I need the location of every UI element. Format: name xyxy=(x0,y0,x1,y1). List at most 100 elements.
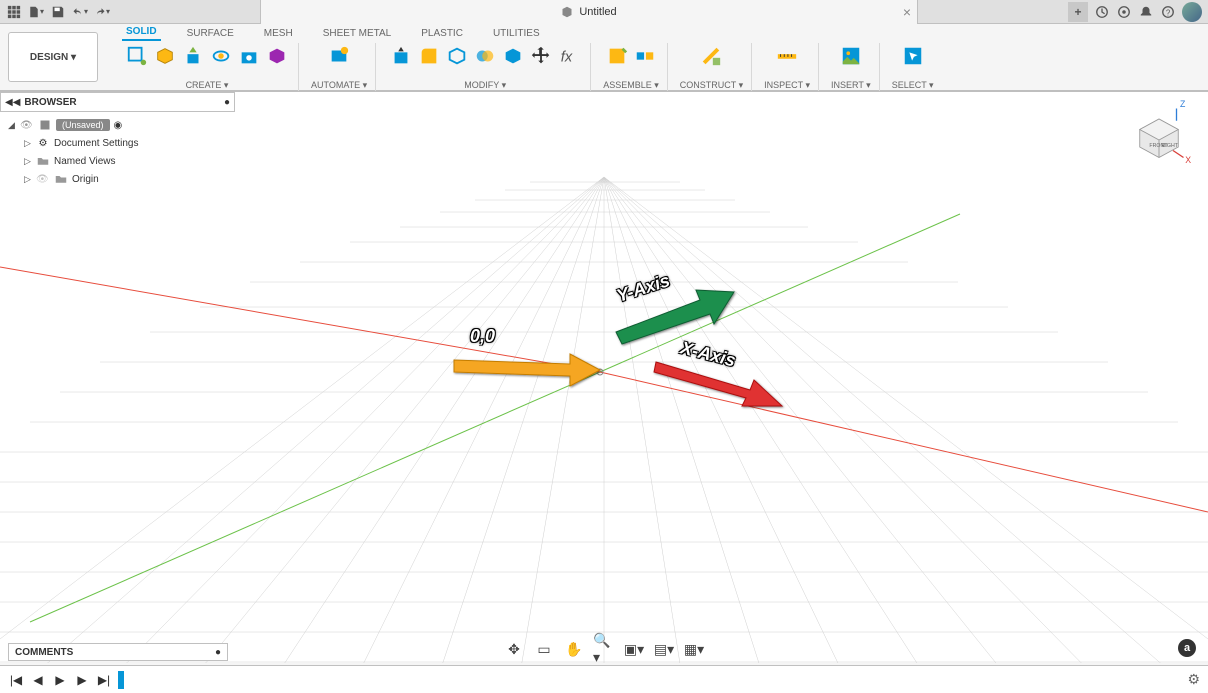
tab-surface[interactable]: SURFACE xyxy=(183,26,238,41)
tab-plastic[interactable]: PLASTIC xyxy=(417,26,467,41)
group-insert-label[interactable]: INSERT ▾ xyxy=(831,80,871,91)
brand-badge-icon: a xyxy=(1178,639,1196,657)
group-create: CREATE ▾ xyxy=(116,43,299,91)
title-bar: ▾ ▾ ▾ Untitled × + ? xyxy=(0,0,1208,24)
tree-item-docsettings[interactable]: ▷ ⚙ Document Settings xyxy=(0,134,235,152)
group-assemble-label[interactable]: ASSEMBLE ▾ xyxy=(603,80,659,91)
ribbon-toolbar: DESIGN ▾ SOLID SURFACE MESH SHEET METAL … xyxy=(0,24,1208,92)
workspace-button[interactable]: DESIGN ▾ xyxy=(8,32,98,82)
group-modify: fx MODIFY ▾ xyxy=(380,43,591,91)
tree-label: Named Views xyxy=(54,156,116,167)
app-menu-icon[interactable] xyxy=(6,4,22,20)
cube-icon xyxy=(561,6,573,18)
timeline-end-icon[interactable]: ▶| xyxy=(96,672,112,688)
insert-decal-icon[interactable] xyxy=(838,43,864,69)
construct-plane-icon[interactable] xyxy=(698,43,724,69)
radio-icon[interactable]: ◉ xyxy=(114,120,123,131)
new-tab-icon[interactable]: + xyxy=(1068,2,1088,22)
measure-icon[interactable] xyxy=(774,43,800,69)
pan-icon[interactable]: ✋ xyxy=(563,639,585,659)
browser-panel: ◀◀ BROWSER ● ◢ 👁 (Unsaved) ◉ ▷ ⚙ Documen… xyxy=(0,92,235,192)
joint-icon[interactable] xyxy=(632,43,658,69)
box-icon[interactable] xyxy=(152,43,178,69)
close-tab-icon[interactable]: × xyxy=(903,4,911,20)
timeline-start-icon[interactable]: |◀ xyxy=(8,672,24,688)
browser-pin-icon[interactable]: ● xyxy=(224,97,230,108)
timeline-prev-icon[interactable]: ◀ xyxy=(30,672,46,688)
zoom-icon[interactable]: 🔍▾ xyxy=(593,639,615,659)
lookat-icon[interactable]: ▭ xyxy=(533,639,555,659)
tree-label: Document Settings xyxy=(54,138,139,149)
file-new-icon[interactable]: ▾ xyxy=(28,4,44,20)
timeline-next-icon[interactable]: ▶ xyxy=(74,672,90,688)
job-status-icon[interactable] xyxy=(1116,4,1132,20)
group-create-label[interactable]: CREATE ▾ xyxy=(186,80,229,91)
shell-icon[interactable] xyxy=(444,43,470,69)
document-tab[interactable]: Untitled × xyxy=(260,0,918,24)
visibility-icon[interactable]: 👁 xyxy=(20,120,34,131)
automate-icon[interactable] xyxy=(326,43,352,69)
svg-text:fx: fx xyxy=(561,50,573,66)
root-name: (Unsaved) xyxy=(56,119,110,131)
timeline-marker[interactable] xyxy=(118,671,124,689)
fit-icon[interactable]: ▣▾ xyxy=(623,639,645,659)
timeline-bar: |◀ ◀ ▶ ▶ ▶| ⚙ xyxy=(0,665,1208,693)
tab-solid[interactable]: SOLID xyxy=(122,24,161,41)
save-icon[interactable] xyxy=(50,4,66,20)
notifications-icon[interactable] xyxy=(1138,4,1154,20)
svg-text:RIGHT: RIGHT xyxy=(1162,143,1179,149)
fillet-icon[interactable] xyxy=(416,43,442,69)
folder-icon xyxy=(36,154,50,168)
folder-icon xyxy=(54,172,68,186)
tree-item-origin[interactable]: ▷ 👁 Origin xyxy=(0,170,235,188)
presspull-icon[interactable] xyxy=(388,43,414,69)
align-icon[interactable] xyxy=(500,43,526,69)
move-icon[interactable] xyxy=(528,43,554,69)
group-construct: CONSTRUCT ▾ xyxy=(672,43,752,91)
extensions-icon[interactable] xyxy=(1094,4,1110,20)
sketch-icon[interactable] xyxy=(124,43,150,69)
browser-header[interactable]: ◀◀ BROWSER ● xyxy=(0,92,235,112)
display-icon[interactable]: ▤▾ xyxy=(653,639,675,659)
grid-icon[interactable]: ▦▾ xyxy=(683,639,705,659)
visibility-icon[interactable]: 👁 xyxy=(36,174,50,185)
select-icon[interactable] xyxy=(900,43,926,69)
hole-icon[interactable] xyxy=(236,43,262,69)
timeline-settings-icon[interactable]: ⚙ xyxy=(1187,671,1200,688)
group-select: SELECT ▾ xyxy=(884,43,942,91)
redo-icon[interactable]: ▾ xyxy=(94,4,110,20)
extrude-icon[interactable] xyxy=(180,43,206,69)
user-avatar[interactable] xyxy=(1182,2,1202,22)
tree-item-namedviews[interactable]: ▷ Named Views xyxy=(0,152,235,170)
gear-icon: ⚙ xyxy=(36,136,50,150)
group-insert: INSERT ▾ xyxy=(823,43,880,91)
x-axis-label: X xyxy=(1185,155,1191,165)
orbit-icon[interactable]: ✥ xyxy=(503,639,525,659)
help-icon[interactable]: ? xyxy=(1160,4,1176,20)
timeline-play-icon[interactable]: ▶ xyxy=(52,672,68,688)
tab-utilities[interactable]: UTILITIES xyxy=(489,26,544,41)
document-title: Untitled xyxy=(579,6,616,18)
timeline-track[interactable] xyxy=(118,677,1181,683)
tree-label: Origin xyxy=(72,174,99,185)
view-cube[interactable]: Z FRONT RIGHT X xyxy=(1124,98,1194,168)
comments-title: COMMENTS xyxy=(15,647,73,658)
comments-pin-icon[interactable]: ● xyxy=(215,647,221,658)
svg-text:?: ? xyxy=(1166,8,1171,17)
form-icon[interactable] xyxy=(264,43,290,69)
component-icon[interactable] xyxy=(604,43,630,69)
group-construct-label[interactable]: CONSTRUCT ▾ xyxy=(680,80,743,91)
tree-root[interactable]: ◢ 👁 (Unsaved) ◉ xyxy=(0,116,235,134)
ribbon-tabs: SOLID SURFACE MESH SHEET METAL PLASTIC U… xyxy=(106,24,1208,41)
comments-bar[interactable]: COMMENTS ● xyxy=(8,643,228,661)
revolve-icon[interactable] xyxy=(208,43,234,69)
combine-icon[interactable] xyxy=(472,43,498,69)
group-modify-label[interactable]: MODIFY ▾ xyxy=(464,80,506,91)
group-select-label[interactable]: SELECT ▾ xyxy=(892,80,934,91)
parameters-icon[interactable]: fx xyxy=(556,43,582,69)
group-inspect-label[interactable]: INSPECT ▾ xyxy=(764,80,810,91)
undo-icon[interactable]: ▾ xyxy=(72,4,88,20)
tab-mesh[interactable]: MESH xyxy=(260,26,297,41)
group-automate-label[interactable]: AUTOMATE ▾ xyxy=(311,80,367,91)
tab-sheetmetal[interactable]: SHEET METAL xyxy=(319,26,396,41)
